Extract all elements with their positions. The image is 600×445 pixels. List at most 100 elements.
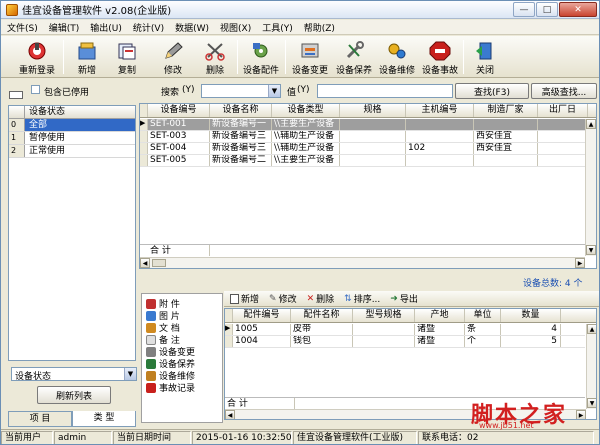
parts-sort-button[interactable]: ⇅ 排序... [344,292,380,306]
edit-icon: ✎ [269,293,277,304]
side-item-maintenance[interactable]: 设备保养 [146,358,195,370]
device-grid-hscroll[interactable]: ◀ ▶ [140,257,585,268]
app-icon [6,3,18,16]
table-row[interactable]: ▶ 1005 皮带 诸暨 条 4 [225,324,585,336]
side-item-changes[interactable]: 设备变更 [146,346,195,358]
main-toolbar: 重新登录 新增 复制 修改 删除 设备配件 设备变更 设备保养 设备维修 设备事… [1,36,599,78]
new-doc-icon [230,293,239,304]
export-icon: ➜ [390,293,398,304]
chevron-down-icon[interactable]: ▼ [124,368,136,380]
edit-button[interactable]: 修改 [155,38,191,76]
parts-delete-button[interactable]: ✕ 删除 [307,292,335,306]
status-item-normal[interactable]: 2 正常使用 [9,145,135,158]
status-user: admin [54,431,112,444]
gear-icon [250,41,272,61]
menu-stats[interactable]: 统计(V) [133,21,164,34]
attachment-icon [146,298,156,309]
relogin-icon [26,41,48,61]
status-bar: 当前用户 admin 当前日期时间 2015-01-16 10:32:50 佳宜… [1,429,599,444]
wrench-icon [146,358,156,369]
tab-type[interactable]: 类 型 [72,411,136,427]
include-disabled-checkbox[interactable] [31,85,40,94]
toolbar-separator [63,40,64,74]
device-change-button[interactable]: 设备变更 [288,38,332,76]
close-button[interactable]: 关闭 [467,38,503,76]
close-window-button[interactable]: ✕ [559,2,597,17]
table-row[interactable]: SET-005 新设备编号二 \\主要生产设备 [140,155,588,167]
change-icon [146,346,156,357]
search-field-combo[interactable]: ▼ [201,84,281,98]
menu-help[interactable]: 帮助(Z) [304,21,335,34]
change-icon [299,41,321,61]
search-label: 搜索 [161,88,180,98]
status-item-paused[interactable]: 1 暂停使用 [9,132,135,145]
title-bar: 佳宜设备管理软件 v2.08(企业版) — □ ✕ [1,1,599,19]
edit-icon [162,41,184,61]
menu-output[interactable]: 输出(U) [90,21,122,34]
maximize-button[interactable]: □ [536,2,558,17]
minimize-button[interactable]: — [513,2,535,17]
toolbar-separator [237,40,238,74]
add-icon [76,41,98,61]
toolbar-separator [285,40,286,74]
status-list: 设备状态 0 全部 1 暂停使用 2 正常使用 [8,105,136,361]
note-icon [146,334,156,345]
parts-add-button[interactable]: 新增 [230,292,259,305]
device-maintain-button[interactable]: 设备保养 [332,38,376,76]
side-item-images[interactable]: 图 片 [146,310,180,322]
search-value-input[interactable] [317,84,453,98]
sort-icon: ⇅ [344,293,352,304]
chevron-down-icon[interactable]: ▼ [268,85,280,97]
wrench-icon [343,41,365,61]
table-row[interactable]: ▶ SET-001 新设备编号一 \\主要生产设备 [140,119,588,131]
stop-icon [146,382,156,393]
table-row[interactable]: 1004 钱包 诸暨 个 5 [225,336,585,348]
copy-button[interactable]: 复制 [109,38,145,76]
menu-view[interactable]: 视图(X) [220,21,251,34]
watermark: 脚本之家 www.jb51.net [471,402,568,430]
menu-tools[interactable]: 工具(Y) [262,21,293,34]
status-app-name: 佳宜设备管理软件(工业版) [293,431,417,444]
side-item-accidents[interactable]: 事故记录 [146,382,195,394]
find-button[interactable]: 查找(F3) [455,83,529,99]
include-disabled-label: 包含已停用 [44,88,90,98]
side-item-attachments[interactable]: 附 件 [146,298,180,310]
status-item-all[interactable]: 0 全部 [9,119,135,132]
side-item-documents[interactable]: 文 档 [146,322,180,334]
repair-icon [386,41,408,61]
document-icon [146,322,156,333]
parts-edit-button[interactable]: ✎ 修改 [269,292,297,306]
device-parts-button[interactable]: 设备配件 [239,38,283,76]
menu-file[interactable]: 文件(S) [7,21,38,34]
side-item-notes[interactable]: 备 注 [146,334,180,346]
tab-project[interactable]: 项 目 [8,411,72,427]
advanced-find-button[interactable]: 高级查找... [531,83,597,99]
table-row[interactable]: SET-003 新设备编号三 \\辅助生产设备 西安佳宜 [140,131,588,143]
search-row: 包含已停用 搜索 (Y) ▼ 值 (Y) 查找(F3) 高级查找... [1,80,599,102]
detail-side-menu: 附 件 图 片 文 档 备 注 设备变更 设备保养 设备维修 事故记录 [141,293,223,423]
add-button[interactable]: 新增 [69,38,105,76]
menu-edit[interactable]: 编辑(T) [49,21,80,34]
device-repair-button[interactable]: 设备维修 [375,38,419,76]
toolbar-separator [463,40,464,74]
status-user-label: 当前用户 [1,431,53,444]
parts-toolbar: 新增 ✎ 修改 ✕ 删除 ⇅ 排序... ➜ 导出 [224,291,599,307]
value-label: 值 [287,88,297,98]
device-accident-button[interactable]: 设备事故 [418,38,462,76]
side-item-repairs[interactable]: 设备维修 [146,370,195,382]
status-filter-combo[interactable]: 设备状态 ▼ [11,367,137,382]
device-grid-vscroll[interactable]: ▲ ▼ [585,119,596,256]
image-icon [146,310,156,321]
delete-button[interactable]: 删除 [197,38,233,76]
gear-icon [146,370,156,381]
scissors-icon [204,41,226,61]
exit-door-icon [474,41,496,61]
status-datetime: 2015-01-16 10:32:50 [192,431,292,444]
status-datetime-label: 当前日期时间 [113,431,191,444]
parts-export-button[interactable]: ➜ 导出 [390,292,418,306]
device-grid-sum-row: 合 计 [140,244,586,256]
table-row[interactable]: SET-004 新设备编号三 \\辅助生产设备 102 西安佳宜 [140,143,588,155]
refresh-list-button[interactable]: 刷新列表 [37,386,111,404]
menu-data[interactable]: 数据(W) [175,21,209,34]
relogin-button[interactable]: 重新登录 [15,38,59,76]
